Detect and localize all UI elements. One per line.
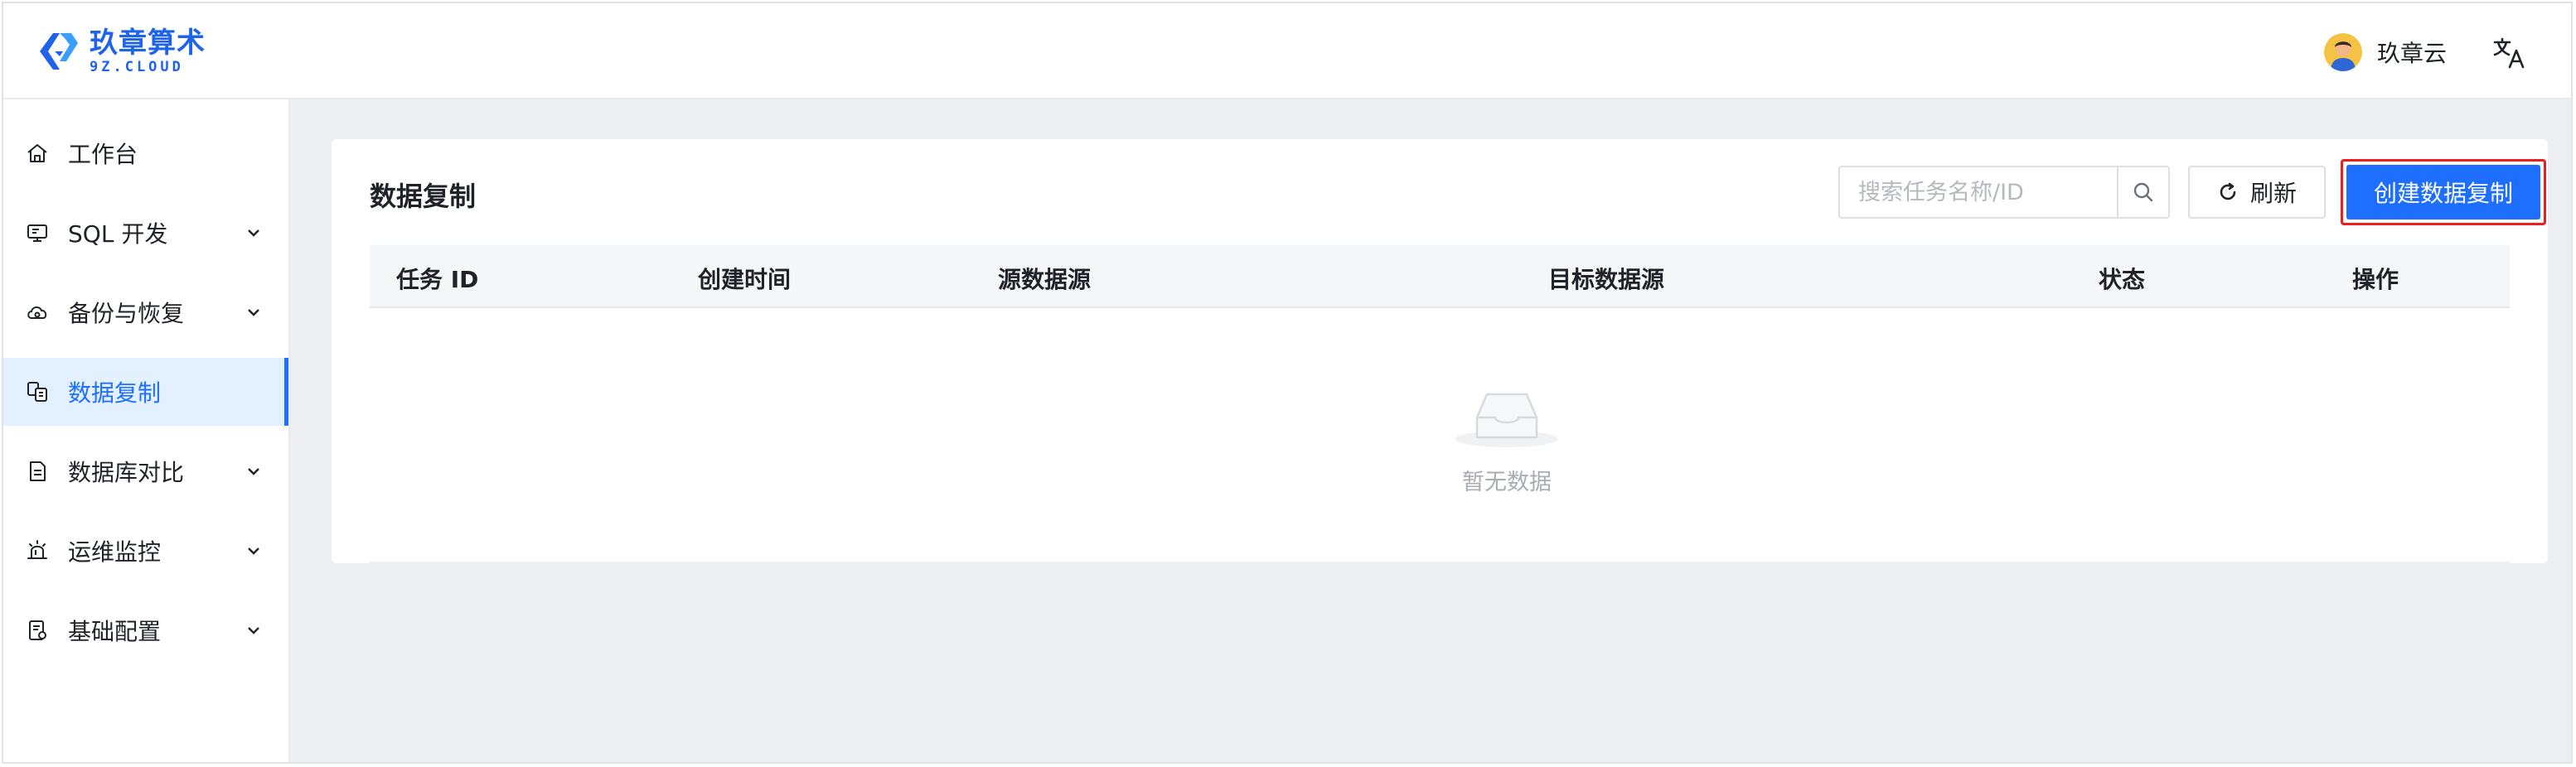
- sidebar-item-label: 数据复制: [68, 379, 162, 407]
- refresh-icon: [2220, 182, 2236, 200]
- brand-name-cn: 玖章算术: [90, 26, 206, 60]
- sidebar-item-label: SQL 开发: [68, 220, 168, 248]
- search-icon: [2133, 182, 2153, 202]
- home-icon: [27, 144, 47, 162]
- chevron-down-icon: [248, 627, 259, 634]
- sidebar-item-label: 备份与恢复: [68, 300, 185, 327]
- chevron-down-icon: [248, 309, 259, 316]
- column-header-status: 状态: [2099, 266, 2146, 293]
- sidebar-item-ops-monitor[interactable]: 运维监控: [3, 517, 288, 585]
- sidebar-item-sql-dev[interactable]: SQL 开发: [3, 199, 288, 267]
- replication-panel: 数据复制 刷新 创建数据复制 任务 ID 创建时间 源数据源 目标数据源 状态: [332, 139, 2548, 563]
- column-header-target: 目标数据源: [1548, 266, 1665, 293]
- search-box: [1838, 166, 2170, 219]
- chevron-down-icon: [248, 468, 259, 475]
- user-name: 玖章云: [2376, 40, 2447, 67]
- main-content: 数据复制 刷新 创建数据复制 任务 ID 创建时间 源数据源 目标数据源 状态: [290, 99, 2571, 762]
- app-window: 玖章算术 9Z.CLOUD 玖章云 工作台 SQL 开发 备份与恢复 数据复制 …: [2, 2, 2573, 764]
- search-input[interactable]: [1840, 167, 2117, 217]
- create-button-highlight: 创建数据复制: [2341, 159, 2546, 225]
- empty-inbox-icon: [1455, 393, 1558, 447]
- sidebar-nav: 工作台 SQL 开发 备份与恢复 数据复制 数据库对比 运维监控 基础配置: [3, 99, 290, 762]
- table-bottom-divider: [370, 562, 2510, 563]
- config-icon: [29, 620, 46, 640]
- sidebar-item-backup-restore[interactable]: 备份与恢复: [3, 278, 288, 346]
- table-header: 任务 ID 创建时间 源数据源 目标数据源 状态 操作: [370, 245, 2510, 308]
- brand-name-en: 9Z.CLOUD: [90, 58, 184, 75]
- column-header-task-id: 任务 ID: [396, 266, 479, 293]
- column-header-source: 源数据源: [998, 266, 1092, 293]
- page-title: 数据复制: [370, 181, 477, 212]
- monitor-icon: [27, 224, 47, 242]
- copy-data-icon: [27, 382, 47, 402]
- user-menu[interactable]: 玖章云: [2323, 31, 2447, 73]
- refresh-label: 刷新: [2249, 180, 2297, 207]
- sidebar-item-label: 数据库对比: [68, 459, 185, 486]
- translate-icon[interactable]: [2491, 35, 2528, 71]
- sidebar-item-db-compare[interactable]: 数据库对比: [3, 437, 288, 505]
- column-header-actions: 操作: [2352, 266, 2399, 293]
- refresh-button[interactable]: 刷新: [2188, 166, 2326, 219]
- alarm-icon: [27, 540, 47, 559]
- empty-state: 暂无数据: [1452, 379, 1562, 496]
- empty-state-text: 暂无数据: [1462, 470, 1552, 495]
- chevron-down-icon: [248, 548, 259, 555]
- logo-icon: [40, 33, 78, 70]
- compare-doc-icon: [30, 461, 46, 481]
- user-avatar: [2323, 33, 2362, 71]
- sidebar-item-data-replication[interactable]: 数据复制: [3, 358, 288, 426]
- column-header-created-time: 创建时间: [698, 266, 792, 293]
- sidebar-item-label: 运维监控: [68, 538, 162, 566]
- sidebar-item-basic-config[interactable]: 基础配置: [3, 596, 288, 664]
- sidebar-item-label: 基础配置: [68, 618, 162, 645]
- sidebar-item-label: 工作台: [68, 141, 138, 168]
- search-button[interactable]: [2117, 167, 2168, 217]
- chevron-down-icon: [248, 229, 259, 237]
- create-replication-button[interactable]: 创建数据复制: [2346, 165, 2540, 219]
- sidebar-item-workbench[interactable]: 工作台: [3, 119, 288, 187]
- brand-logo[interactable]: 玖章算术 9Z.CLOUD: [35, 25, 206, 78]
- top-header: 玖章算术 9Z.CLOUD 玖章云: [3, 3, 2571, 99]
- cloud-icon: [27, 306, 47, 319]
